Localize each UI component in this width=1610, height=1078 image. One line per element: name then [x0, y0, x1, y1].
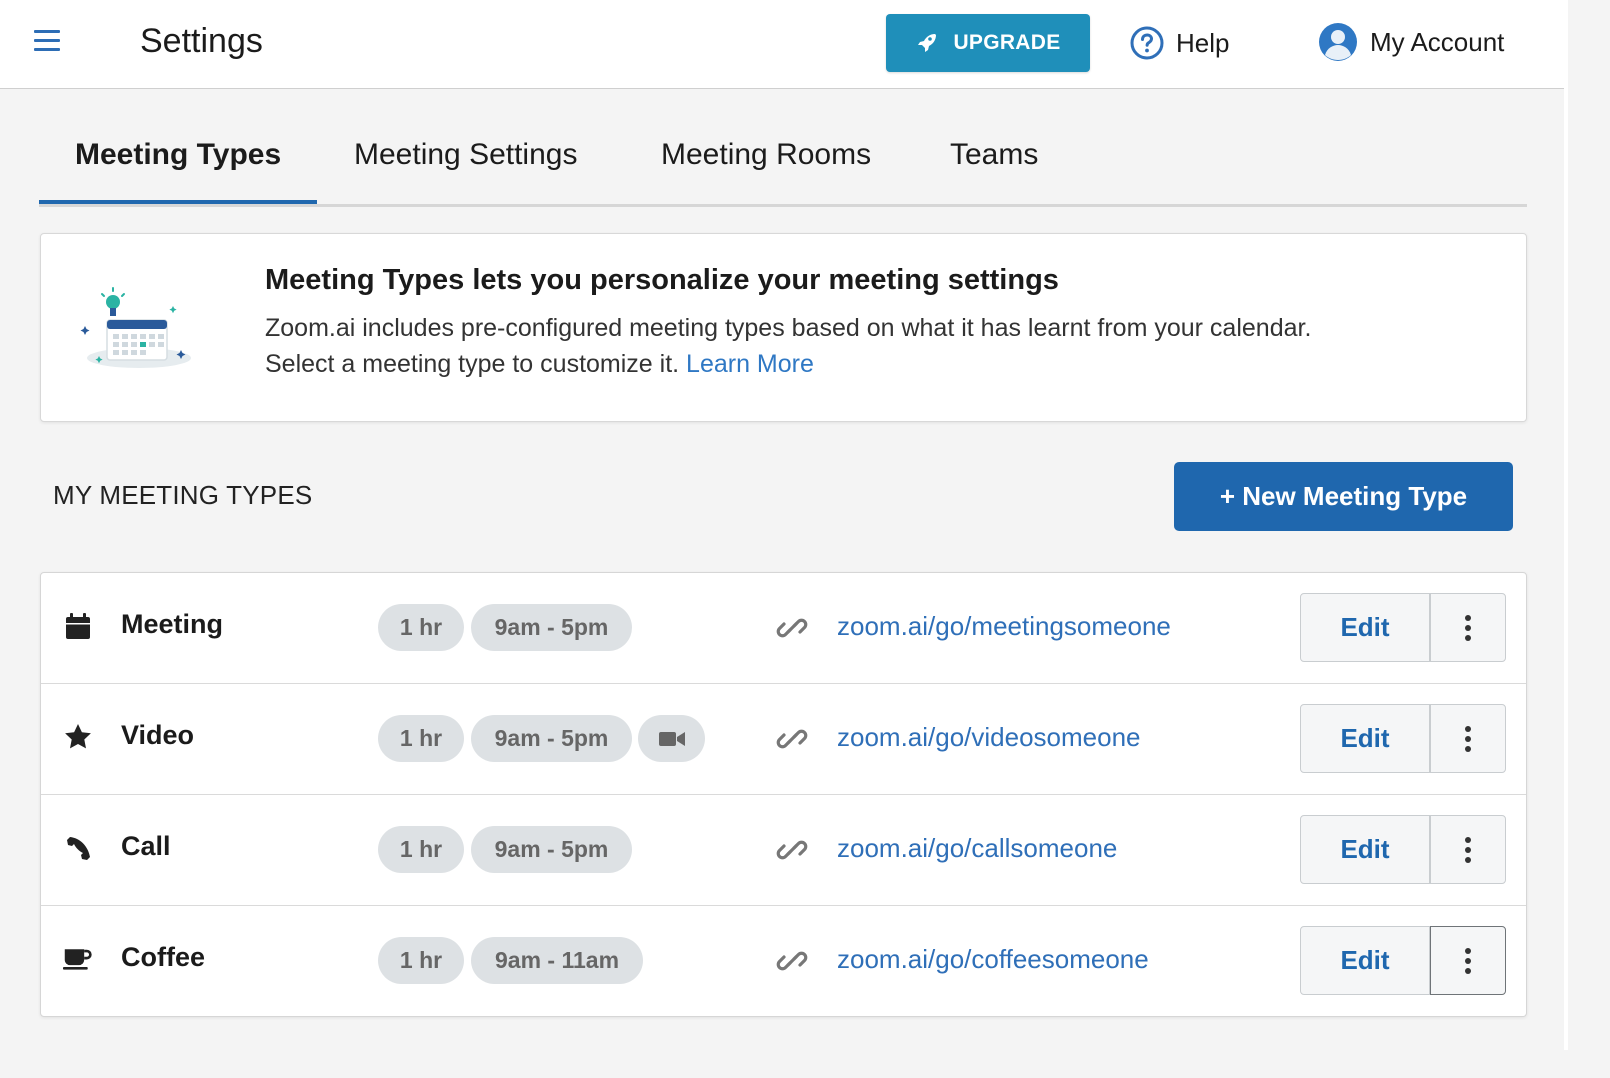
help-label: Help	[1176, 27, 1230, 58]
booking-link[interactable]: zoom.ai/go/coffeesomeone	[837, 944, 1149, 975]
duration-badge: 1 hr	[378, 826, 464, 873]
link-icon	[776, 618, 808, 638]
more-options-button[interactable]	[1430, 704, 1506, 773]
info-title: Meeting Types lets you personalize your …	[265, 264, 1059, 296]
meeting-type-name: Coffee	[121, 942, 206, 972]
meeting-type-name: Video	[121, 720, 195, 750]
info-description: Zoom.ai includes pre-configured meeting …	[265, 314, 1312, 342]
tab-teams[interactable]: Teams	[950, 138, 1038, 172]
account-label: My Account	[1370, 26, 1505, 57]
info-instruction-text: Select a meeting type to customize it.	[265, 350, 680, 378]
hamburger-menu-icon[interactable]	[34, 30, 60, 54]
upgrade-button[interactable]: UPGRADE	[886, 14, 1090, 72]
tab-meeting-rooms[interactable]: Meeting Rooms	[661, 138, 871, 172]
avatar-icon	[1319, 23, 1357, 61]
my-account-link[interactable]: My Account	[1318, 22, 1504, 62]
info-banner: Meeting Types lets you personalize your …	[40, 233, 1527, 422]
booking-link[interactable]: zoom.ai/go/callsomeone	[837, 833, 1117, 864]
booking-link[interactable]: zoom.ai/go/videosomeone	[837, 722, 1141, 753]
tab-meeting-types[interactable]: Meeting Types	[75, 138, 281, 172]
calendar-icon	[63, 611, 93, 641]
calendar-illustration-icon	[80, 287, 191, 368]
tab-meeting-settings[interactable]: Meeting Settings	[354, 138, 577, 172]
window-edge	[1564, 0, 1568, 1050]
link-icon	[776, 729, 808, 749]
duration-badge: 1 hr	[378, 937, 464, 984]
meeting-type-row[interactable]: Meeting 1 hr 9am - 5pm zoom.ai/go/meetin…	[41, 573, 1526, 684]
hours-badge: 9am - 5pm	[471, 604, 632, 651]
hours-badge: 9am - 5pm	[471, 715, 632, 762]
edit-button[interactable]: Edit	[1300, 926, 1430, 995]
meeting-type-row[interactable]: Coffee 1 hr 9am - 11am zoom.ai/go/coffee…	[41, 906, 1526, 1016]
duration-badge: 1 hr	[378, 715, 464, 762]
booking-link[interactable]: zoom.ai/go/meetingsomeone	[837, 611, 1171, 642]
help-circle-icon	[1130, 26, 1164, 60]
info-instruction: Select a meeting type to customize it. L…	[265, 350, 814, 379]
vertical-dots-icon	[1465, 947, 1471, 974]
active-tab-indicator	[39, 200, 317, 204]
rocket-icon	[918, 34, 937, 52]
meeting-type-name: Call	[121, 831, 171, 861]
settings-tabs: Meeting Types Meeting Settings Meeting R…	[39, 112, 1527, 207]
link-icon	[776, 840, 808, 860]
duration-badge: 1 hr	[378, 604, 464, 651]
vertical-dots-icon	[1465, 836, 1471, 863]
vertical-dots-icon	[1465, 725, 1471, 752]
top-bar: Settings UPGRADE Help My Account	[0, 0, 1568, 89]
meeting-type-row[interactable]: Call 1 hr 9am - 5pm zoom.ai/go/callsomeo…	[41, 795, 1526, 906]
video-badge	[638, 715, 705, 762]
help-link[interactable]: Help	[1130, 24, 1229, 62]
hours-badge: 9am - 11am	[471, 937, 643, 984]
vertical-dots-icon	[1465, 614, 1471, 641]
edit-button[interactable]: Edit	[1300, 593, 1430, 662]
learn-more-link[interactable]: Learn More	[686, 350, 814, 378]
hours-badge: 9am - 5pm	[471, 826, 632, 873]
new-meeting-type-button[interactable]: + New Meeting Type	[1174, 462, 1513, 531]
meeting-type-row[interactable]: Video 1 hr 9am - 5pm zoom.ai/go/videosom…	[41, 684, 1526, 795]
meeting-type-name: Meeting	[121, 609, 224, 639]
edit-button[interactable]: Edit	[1300, 815, 1430, 884]
coffee-icon	[63, 944, 93, 974]
upgrade-label: UPGRADE	[953, 31, 1061, 54]
video-camera-icon	[658, 731, 685, 746]
link-icon	[776, 951, 808, 971]
star-icon	[63, 722, 93, 752]
section-heading: MY MEETING TYPES	[53, 480, 313, 510]
more-options-button[interactable]	[1430, 593, 1506, 662]
more-options-button[interactable]	[1430, 926, 1506, 995]
phone-icon	[63, 833, 93, 863]
edit-button[interactable]: Edit	[1300, 704, 1430, 773]
page-title: Settings	[140, 22, 263, 60]
more-options-button[interactable]	[1430, 815, 1506, 884]
meeting-types-list: Meeting 1 hr 9am - 5pm zoom.ai/go/meetin…	[40, 572, 1527, 1017]
